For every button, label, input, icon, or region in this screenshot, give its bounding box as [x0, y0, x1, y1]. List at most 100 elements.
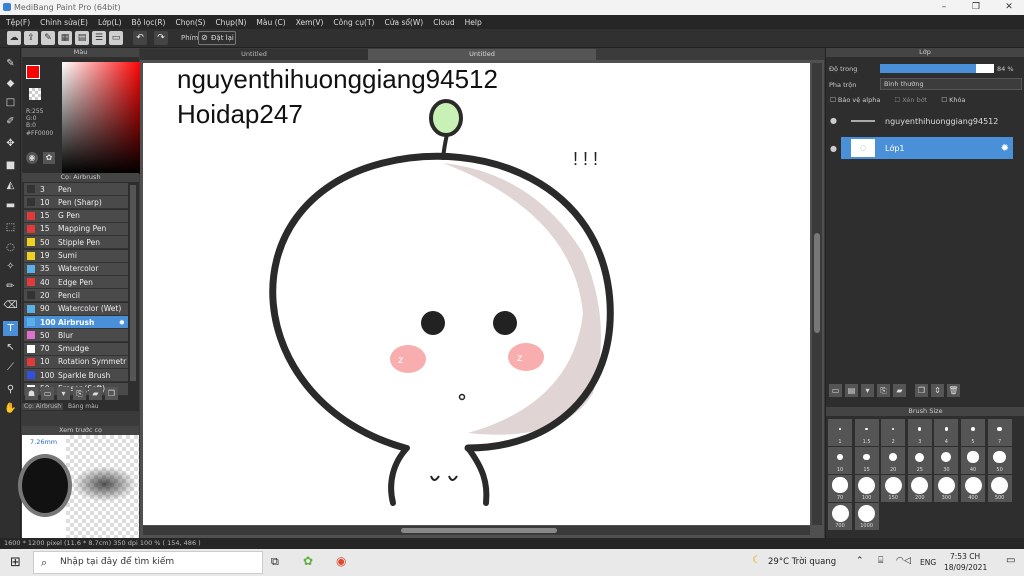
new-brush-icon[interactable]: ▭ — [41, 387, 54, 400]
language-indicator[interactable]: ENG — [920, 558, 936, 567]
menu-view[interactable]: Xem(V) — [296, 18, 324, 27]
menu-file[interactable]: Tệp(F) — [6, 18, 30, 27]
wifi-icon[interactable]: ◠ — [896, 556, 904, 566]
network-icon[interactable]: ⌸ — [878, 556, 883, 566]
brush-size-cell[interactable]: 1 — [828, 419, 852, 446]
select-eraser-tool-icon[interactable]: ⌫ — [3, 298, 18, 313]
eraser-tool-icon[interactable]: ◆ — [3, 76, 18, 91]
brush-settings-icon[interactable]: ▾ — [57, 387, 70, 400]
redo-icon[interactable]: ↷ — [154, 31, 168, 45]
horizontal-scrollbar[interactable] — [143, 526, 810, 535]
brush-size-cell[interactable]: 10 — [828, 447, 852, 474]
lasso-tool-icon[interactable]: ◌ — [3, 240, 18, 255]
maximize-icon[interactable]: ❐ — [961, 0, 991, 15]
minimize-icon[interactable]: – — [929, 0, 959, 15]
brush-size-cell[interactable]: 1.5 — [854, 419, 879, 446]
brush-item[interactable]: 100 Airbrush ✹ — [24, 316, 128, 329]
protect-alpha-checkbox[interactable]: ☐ Bảo vệ alpha — [830, 96, 880, 106]
menu-tools[interactable]: Công cụ(T) — [333, 18, 374, 27]
brush-size-cell[interactable]: 30 — [934, 447, 959, 474]
menu-edit[interactable]: Chỉnh sửa(E) — [40, 18, 88, 27]
layer-folder-icon[interactable]: ▰ — [893, 384, 906, 397]
brush-item[interactable]: 10 Pen (Sharp) — [24, 196, 128, 210]
brush-size-cell[interactable]: 100 — [854, 475, 879, 502]
clock-date[interactable]: 18/09/2021 — [944, 563, 987, 572]
export-icon[interactable]: ⇪ — [24, 31, 38, 45]
lock-checkbox[interactable]: ☐ Khóa — [941, 96, 965, 106]
drawing-canvas[interactable]: z z nguyenthihuonggiang94512 Hoidap247 !… — [143, 63, 810, 525]
task-view-icon[interactable]: ⧉ — [271, 555, 279, 569]
brush-item[interactable]: 90 Watercolor (Wet) — [24, 302, 128, 316]
brush-size-cell[interactable]: 200 — [907, 475, 932, 502]
foreground-color-swatch[interactable] — [26, 65, 40, 79]
divide-tool-icon[interactable]: ⟋ — [3, 360, 18, 375]
tab-palette[interactable]: Bảng màu — [68, 403, 99, 410]
color-picker-icon[interactable]: ✿ — [43, 152, 55, 164]
magic-wand-tool-icon[interactable]: ✧ — [3, 259, 18, 274]
menu-cloud[interactable]: Cloud — [433, 18, 454, 27]
transparent-color-swatch[interactable] — [29, 88, 41, 100]
page-icon[interactable]: ▤ — [75, 31, 89, 45]
close-icon[interactable]: ✕ — [994, 0, 1024, 15]
windows-start-icon[interactable]: ⊞ — [10, 555, 21, 570]
reset-button[interactable]: ⊘ Đặt lại — [198, 31, 236, 45]
move-layer-icon[interactable]: ⇕ — [931, 384, 944, 397]
brush-item[interactable]: 19 Sumi — [24, 249, 128, 263]
brush-size-cell[interactable]: 3 — [907, 419, 932, 446]
clock-time[interactable]: 7:53 CH — [950, 552, 980, 561]
brush-size-cell[interactable]: 4 — [934, 419, 959, 446]
menu-color[interactable]: Màu (C) — [256, 18, 285, 27]
layer-row-lop1[interactable]: ◌ Lớp1 ✹ — [841, 137, 1013, 159]
menu-help[interactable]: Help — [465, 18, 482, 27]
brush-size-cell[interactable]: 40 — [961, 447, 985, 474]
grid-icon[interactable]: ▦ — [58, 31, 72, 45]
medibang-app-icon[interactable]: ✿ — [303, 554, 313, 568]
brush-size-cell[interactable]: 700 — [828, 503, 852, 530]
comment-icon[interactable]: ✎ — [41, 31, 55, 45]
brush-size-cell[interactable]: 25 — [907, 447, 932, 474]
select-tool-icon[interactable]: ⬚ — [3, 220, 18, 235]
copy-brush-icon[interactable]: ⎘ — [73, 387, 86, 400]
brush-item[interactable]: 20 Pencil — [24, 289, 128, 303]
brush-size-cell[interactable]: 150 — [881, 475, 906, 502]
gradient-tool-icon[interactable]: ▬ — [3, 198, 18, 213]
add-brush-icon[interactable]: ☗ — [25, 387, 38, 400]
volume-icon[interactable]: ◁ — [904, 556, 911, 566]
menu-filter[interactable]: Bộ lọc(R) — [132, 18, 166, 27]
duplicate-layer-icon[interactable]: ⎘ — [877, 384, 890, 397]
operation-tool-icon[interactable]: ↖ — [3, 340, 18, 355]
brush-size-cell[interactable]: 70 — [828, 475, 852, 502]
brush-item[interactable]: 10 Rotation Symmetr — [24, 355, 128, 369]
menu-snap[interactable]: Chụp(N) — [215, 18, 246, 27]
new-halftone-layer-icon[interactable]: ▤ — [845, 384, 858, 397]
brush-item[interactable]: 35 Watercolor — [24, 262, 128, 276]
tray-chevron-icon[interactable]: ⌃ — [856, 556, 864, 566]
brush-list-scrollbar[interactable] — [130, 185, 136, 381]
weather-text[interactable]: 29°C Trời quang — [768, 557, 836, 567]
select-pen-tool-icon[interactable]: ✏ — [3, 279, 18, 294]
layer-visibility-icon-2[interactable]: ● — [830, 144, 837, 153]
brush-size-cell[interactable]: 20 — [881, 447, 906, 474]
document-icon[interactable]: ▭ — [109, 31, 123, 45]
brush-size-cell[interactable]: 15 — [854, 447, 879, 474]
brush-size-cell[interactable]: 1000 — [854, 503, 879, 530]
brush-item[interactable]: 70 Smudge — [24, 342, 128, 356]
menu-window[interactable]: Cửa sổ(W) — [384, 18, 423, 27]
chrome-app-icon[interactable]: ◉ — [336, 554, 346, 568]
layer-menu-icon[interactable]: ▾ — [861, 384, 874, 397]
menu-layer[interactable]: Lớp(L) — [98, 18, 122, 27]
merge-layer-icon[interactable]: ❐ — [915, 384, 928, 397]
brush-item[interactable]: 100 Sparkle Brush — [24, 369, 128, 383]
brush-size-cell[interactable]: 500 — [987, 475, 1012, 502]
brush-item[interactable]: 15 G Pen — [24, 209, 128, 223]
eyedropper-tool-icon[interactable]: ⚲ — [3, 382, 18, 397]
menu-select[interactable]: Chọn(S) — [175, 18, 205, 27]
text-tool-icon[interactable]: T — [3, 321, 18, 336]
clipping-checkbox[interactable]: ☐ Xén bớt — [894, 96, 927, 106]
brush-item[interactable]: 40 Edge Pen — [24, 276, 128, 290]
vertical-scrollbar-thumb[interactable] — [814, 233, 820, 333]
saturation-value-picker[interactable] — [62, 62, 142, 174]
brush-item[interactable]: 50 Stipple Pen — [24, 236, 128, 250]
brush-size-cell[interactable]: 400 — [961, 475, 985, 502]
hand-tool-icon[interactable]: ✋ — [3, 401, 18, 416]
